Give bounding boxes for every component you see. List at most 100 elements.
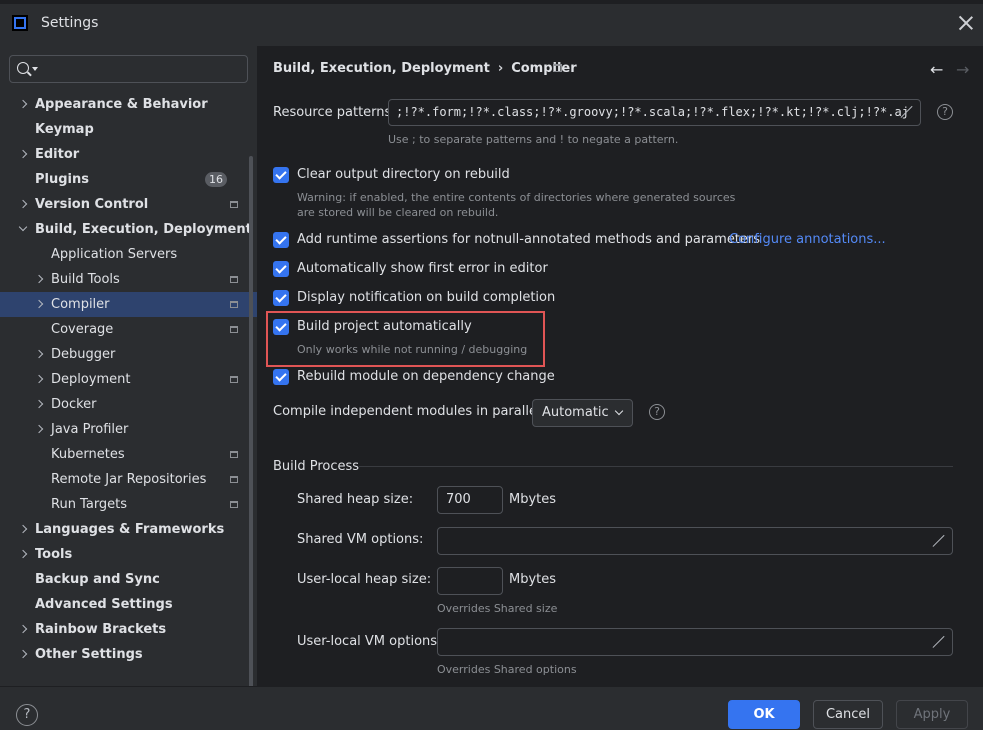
shared-heap-unit: Mbytes <box>509 492 557 507</box>
sidebar-item-build-tools[interactable]: Build Tools <box>0 267 257 292</box>
user-vm-input[interactable] <box>437 628 953 656</box>
parallel-dropdown[interactable]: Automatic <box>532 399 633 427</box>
chevron-down-icon <box>614 406 624 416</box>
search-box[interactable] <box>9 55 248 83</box>
resource-patterns-input[interactable]: ;!?*.form;!?*.class;!?*.groovy;!?*.scala… <box>388 99 921 126</box>
sidebar-item-application-servers[interactable]: Application Servers <box>0 242 257 267</box>
search-options-chevron-icon[interactable] <box>32 67 38 71</box>
display-notification-label[interactable]: Display notification on build completion <box>297 290 555 305</box>
sidebar-item-version-control[interactable]: Version Control <box>0 192 257 217</box>
sidebar-item-remote-jar-repositories[interactable]: Remote Jar Repositories <box>0 467 257 492</box>
top-strip <box>0 0 983 4</box>
chevron-right-icon[interactable] <box>34 349 44 359</box>
sidebar-item-other-settings[interactable]: Other Settings <box>0 642 257 667</box>
chevron-right-icon[interactable] <box>34 299 44 309</box>
chevron-right-icon[interactable] <box>18 649 28 659</box>
sidebar-item-keymap[interactable]: Keymap <box>0 117 257 142</box>
sidebar-item-deployment[interactable]: Deployment <box>0 367 257 392</box>
display-notification-checkbox[interactable] <box>273 290 289 306</box>
sidebar-item-label: Deployment <box>51 372 131 387</box>
sidebar-item-debugger[interactable]: Debugger <box>0 342 257 367</box>
project-scope-icon <box>230 476 238 483</box>
chevron-right-icon[interactable] <box>18 199 28 209</box>
sidebar-item-editor[interactable]: Editor <box>0 142 257 167</box>
sidebar-item-advanced-settings[interactable]: Advanced Settings <box>0 592 257 617</box>
user-heap-hint: Overrides Shared size <box>437 602 558 615</box>
close-icon[interactable] <box>958 15 974 31</box>
sidebar-item-appearance-behavior[interactable]: Appearance & Behavior <box>0 92 257 117</box>
sidebar-item-tools[interactable]: Tools <box>0 542 257 567</box>
search-input[interactable] <box>40 59 240 79</box>
ok-button[interactable]: OK <box>728 700 800 729</box>
project-scope-icon <box>230 201 238 208</box>
sidebar-item-plugins[interactable]: Plugins 16 <box>0 167 257 192</box>
project-scope-icon <box>230 501 238 508</box>
settings-sidebar: Appearance & Behavior Keymap Editor Plugins… <box>0 46 257 726</box>
sidebar-item-compiler[interactable]: Compiler <box>0 292 257 317</box>
sidebar-item-label: Kubernetes <box>51 447 125 462</box>
sidebar-item-java-profiler[interactable]: Java Profiler <box>0 417 257 442</box>
shared-heap-input[interactable]: 700 <box>437 486 503 514</box>
sidebar-item-label: Java Profiler <box>51 422 129 437</box>
resource-patterns-label: Resource patterns: <box>273 105 396 120</box>
cancel-button[interactable]: Cancel <box>813 700 883 729</box>
sidebar-item-label: Coverage <box>51 322 114 337</box>
chevron-right-icon[interactable] <box>18 99 28 109</box>
sidebar-scrollbar[interactable] <box>249 156 253 726</box>
expand-field-icon[interactable] <box>901 106 913 118</box>
parallel-dropdown-value: Automatic <box>542 405 609 420</box>
sidebar-item-coverage[interactable]: Coverage <box>0 317 257 342</box>
sidebar-item-rainbow-brackets[interactable]: Rainbow Brackets <box>0 617 257 642</box>
breadcrumb-parent[interactable]: Build, Execution, Deployment <box>273 61 490 76</box>
shared-vm-input[interactable] <box>437 527 953 555</box>
chevron-right-icon[interactable] <box>18 549 28 559</box>
user-vm-expand-icon[interactable] <box>933 636 945 648</box>
sidebar-item-label: Editor <box>35 147 80 162</box>
build-automatically-checkbox[interactable] <box>273 319 289 335</box>
configure-annotations-link[interactable]: Configure annotations... <box>729 232 886 247</box>
show-first-error-checkbox[interactable] <box>273 261 289 277</box>
chevron-right-icon[interactable] <box>18 524 28 534</box>
runtime-assertions-label[interactable]: Add runtime assertions for notnull-annot… <box>297 232 760 247</box>
breadcrumb-separator: › <box>497 61 504 76</box>
chevron-right-icon[interactable] <box>34 424 44 434</box>
sidebar-item-label: Build Tools <box>51 272 120 287</box>
rebuild-module-label[interactable]: Rebuild module on dependency change <box>297 369 555 384</box>
window-title: Settings <box>41 15 99 31</box>
parallel-help-icon[interactable]: ? <box>649 404 665 420</box>
compiler-settings-panel: Build, Execution, Deployment › Compiler ← … <box>258 46 983 686</box>
help-icon[interactable]: ? <box>937 104 953 120</box>
chevron-right-icon[interactable] <box>18 624 28 634</box>
sidebar-item-label: Run Targets <box>51 497 128 512</box>
user-heap-input[interactable] <box>437 567 503 595</box>
sidebar-item-label: Backup and Sync <box>35 572 160 587</box>
sidebar-item-label: Advanced Settings <box>35 597 173 612</box>
chevron-down-icon[interactable] <box>18 222 28 232</box>
sidebar-item-build-execution-deployment[interactable]: Build, Execution, Deployment <box>0 217 257 242</box>
rebuild-module-checkbox[interactable] <box>273 369 289 385</box>
help-button[interactable]: ? <box>16 704 38 726</box>
clear-output-checkbox[interactable] <box>273 167 289 183</box>
forward-arrow-icon[interactable]: → <box>956 60 969 79</box>
chevron-right-icon[interactable] <box>34 399 44 409</box>
clear-output-label[interactable]: Clear output directory on rebuild <box>297 167 510 182</box>
chevron-right-icon[interactable] <box>34 274 44 284</box>
apply-button[interactable]: Apply <box>896 700 968 729</box>
sidebar-item-label: Rainbow Brackets <box>35 622 167 637</box>
show-first-error-label[interactable]: Automatically show first error in editor <box>297 261 548 276</box>
shared-vm-expand-icon[interactable] <box>933 535 945 547</box>
chevron-right-icon[interactable] <box>34 374 44 384</box>
clear-output-warning-line1: Warning: if enabled, the entire contents… <box>297 191 736 204</box>
sidebar-item-backup-and-sync[interactable]: Backup and Sync <box>0 567 257 592</box>
sidebar-item-kubernetes[interactable]: Kubernetes <box>0 442 257 467</box>
resource-patterns-hint: Use ; to separate patterns and ! to nega… <box>388 133 679 146</box>
sidebar-item-docker[interactable]: Docker <box>0 392 257 417</box>
build-automatically-label[interactable]: Build project automatically <box>297 319 472 334</box>
chevron-right-icon[interactable] <box>18 149 28 159</box>
runtime-assertions-checkbox[interactable] <box>273 232 289 248</box>
back-arrow-icon[interactable]: ← <box>930 60 943 79</box>
sidebar-item-languages-frameworks[interactable]: Languages & Frameworks <box>0 517 257 542</box>
sidebar-item-label: Appearance & Behavior <box>35 97 208 112</box>
sidebar-item-label: Build, Execution, Deployment <box>35 222 252 237</box>
sidebar-item-run-targets[interactable]: Run Targets <box>0 492 257 517</box>
